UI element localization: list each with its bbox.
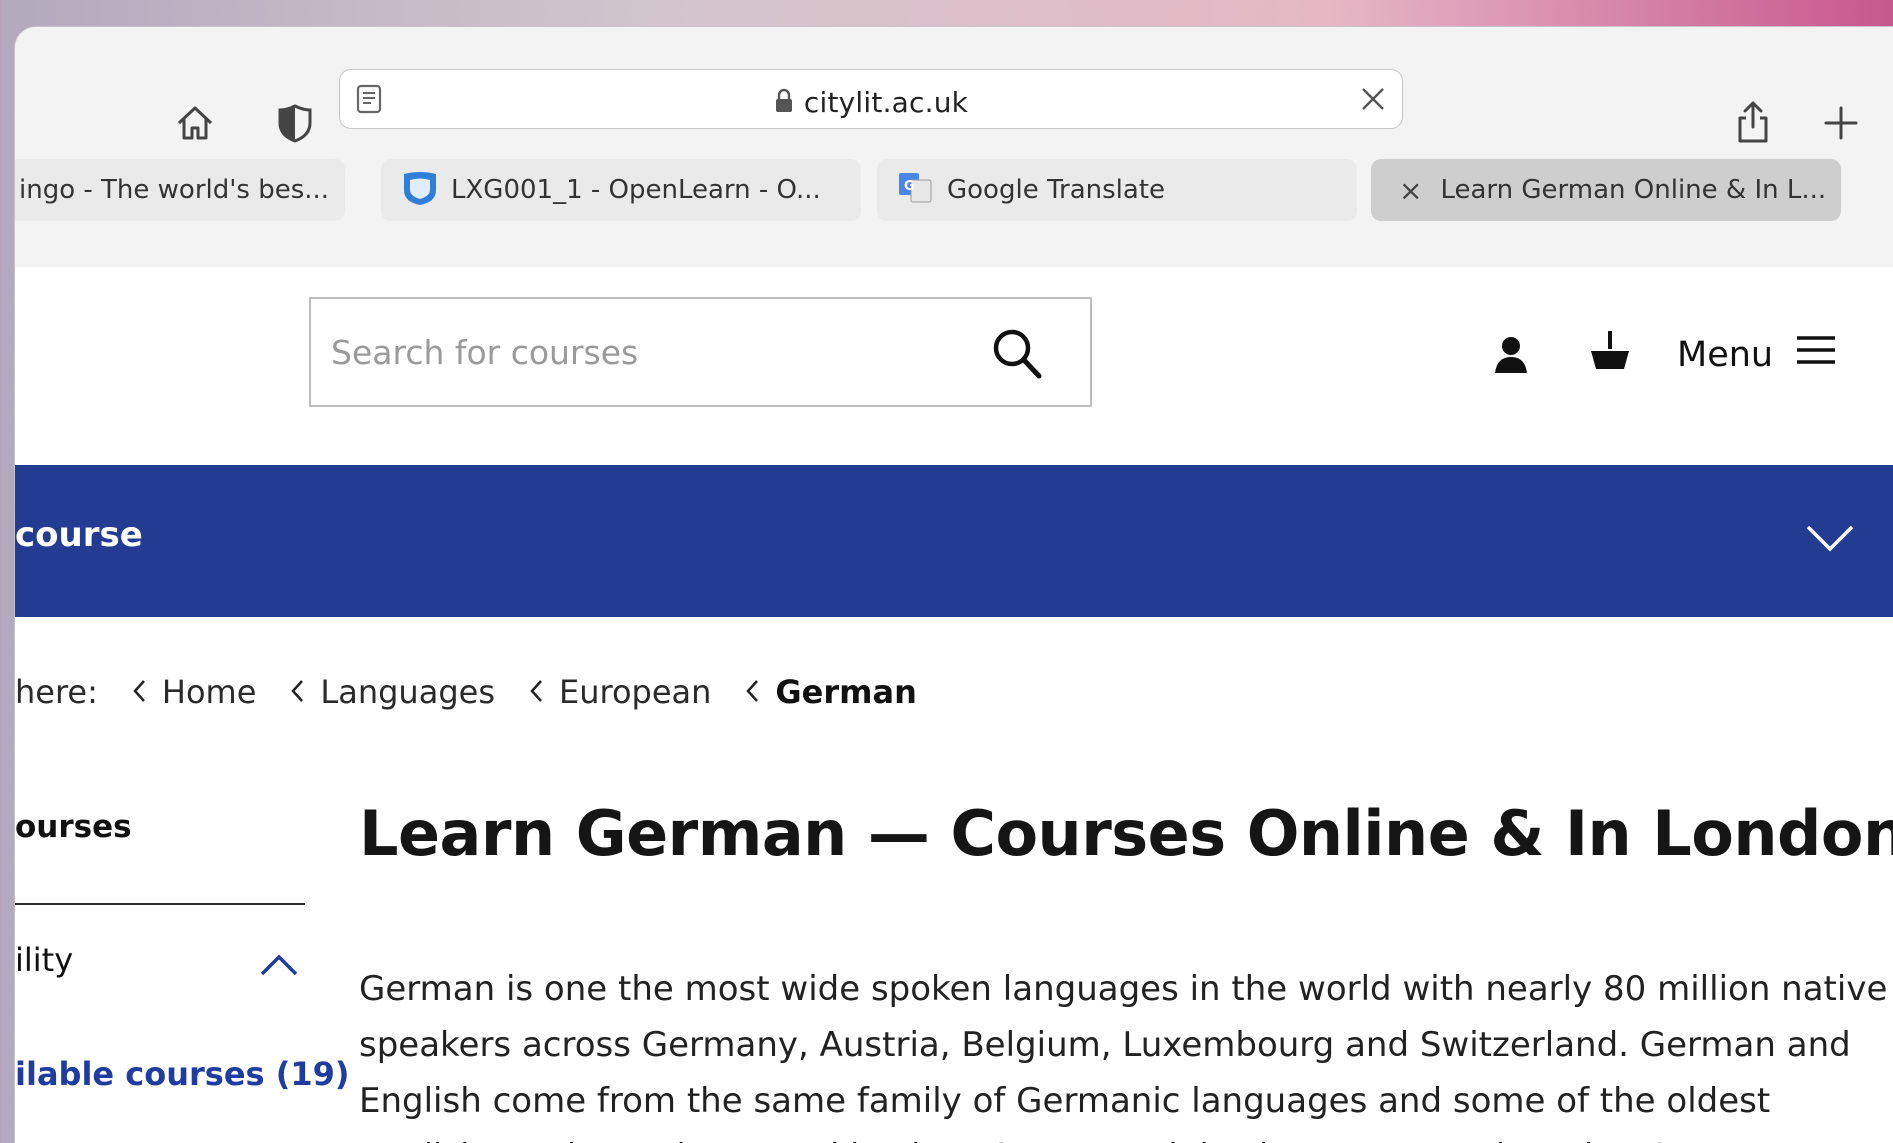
tab-duolingo[interactable]: ingo - The world's bes... bbox=[15, 159, 345, 221]
breadcrumb-european[interactable]: European bbox=[529, 673, 711, 711]
sidebar-cut-text: ... bbox=[15, 1137, 44, 1143]
available-courses-link[interactable]: ilable courses (19) bbox=[15, 1055, 349, 1093]
tab-title: Learn German Online & In L... bbox=[1440, 175, 1827, 205]
search-input[interactable] bbox=[331, 323, 971, 381]
sidebar-divider bbox=[15, 903, 305, 905]
hamburger-icon bbox=[1795, 333, 1837, 376]
tab-title: ingo - The world's bes... bbox=[19, 175, 330, 205]
availability-filter-label[interactable]: ility bbox=[15, 941, 73, 979]
address-bar[interactable]: citylit.ac.uk bbox=[339, 69, 1403, 129]
account-icon[interactable] bbox=[1493, 335, 1529, 379]
breadcrumb-home[interactable]: Home bbox=[132, 673, 257, 711]
page-title: Learn German — Courses Online & In Londo… bbox=[359, 797, 1893, 870]
tab-title: LXG001_1 - OpenLearn - O... bbox=[451, 175, 821, 205]
intro-paragraph: German is one the most wide spoken langu… bbox=[359, 961, 1888, 1143]
clear-icon[interactable] bbox=[1360, 86, 1386, 116]
intro-line: English words can be traced back to Germ… bbox=[359, 1129, 1859, 1143]
chevron-left-icon bbox=[745, 673, 759, 711]
basket-icon[interactable] bbox=[1589, 329, 1631, 377]
menu-button[interactable]: Menu bbox=[1677, 333, 1837, 376]
search-icon[interactable] bbox=[991, 327, 1043, 385]
chevron-left-icon bbox=[132, 673, 146, 711]
sidebar-heading: ourses bbox=[15, 809, 132, 845]
tab-learn-german[interactable]: × Learn German Online & In L... bbox=[1371, 159, 1841, 221]
breadcrumb-label: Languages bbox=[320, 673, 495, 711]
chevron-up-icon[interactable] bbox=[259, 953, 299, 981]
shield-icon[interactable] bbox=[273, 101, 317, 145]
intro-line: English come from the same family of Ger… bbox=[359, 1081, 1771, 1121]
chevron-left-icon bbox=[290, 673, 304, 711]
breadcrumb-languages[interactable]: Languages bbox=[290, 673, 495, 711]
breadcrumb-label: German bbox=[775, 673, 917, 711]
tab-google-translate[interactable]: G Google Translate bbox=[877, 159, 1357, 221]
course-search bbox=[309, 297, 1092, 407]
breadcrumb-prefix: here: bbox=[15, 673, 98, 711]
home-icon[interactable] bbox=[173, 101, 217, 145]
share-icon[interactable] bbox=[1731, 97, 1775, 147]
tab-close-icon[interactable]: × bbox=[1399, 174, 1422, 207]
breadcrumb-german: German bbox=[745, 673, 917, 711]
breadcrumb-label: European bbox=[558, 673, 712, 711]
svg-text:G: G bbox=[904, 179, 915, 194]
new-tab-icon[interactable] bbox=[1819, 101, 1863, 145]
url-text: citylit.ac.uk bbox=[340, 86, 1402, 121]
lock-icon bbox=[774, 88, 794, 121]
breadcrumb-label: Home bbox=[161, 673, 257, 711]
tab-title: Google Translate bbox=[947, 175, 1166, 205]
chevron-left-icon bbox=[529, 673, 543, 711]
find-course-label: course bbox=[15, 515, 143, 555]
translate-favicon: G bbox=[897, 170, 933, 211]
openlearn-favicon bbox=[401, 168, 439, 213]
browser-window: citylit.ac.uk ingo - The world's bes... … bbox=[14, 26, 1893, 1143]
url-label: citylit.ac.uk bbox=[803, 86, 969, 119]
intro-line: speakers across Germany, Austria, Belgiu… bbox=[359, 1025, 1851, 1065]
browser-toolbar: citylit.ac.uk ingo - The world's bes... … bbox=[15, 27, 1893, 267]
find-course-bar[interactable]: course bbox=[15, 465, 1893, 617]
breadcrumb: here: Home Languages European German bbox=[15, 667, 917, 717]
intro-line: German is one the most wide spoken langu… bbox=[359, 969, 1888, 1009]
menu-label: Menu bbox=[1677, 334, 1774, 375]
chevron-down-icon[interactable] bbox=[1805, 523, 1855, 557]
tab-openlearn[interactable]: LXG001_1 - OpenLearn - O... bbox=[381, 159, 861, 221]
